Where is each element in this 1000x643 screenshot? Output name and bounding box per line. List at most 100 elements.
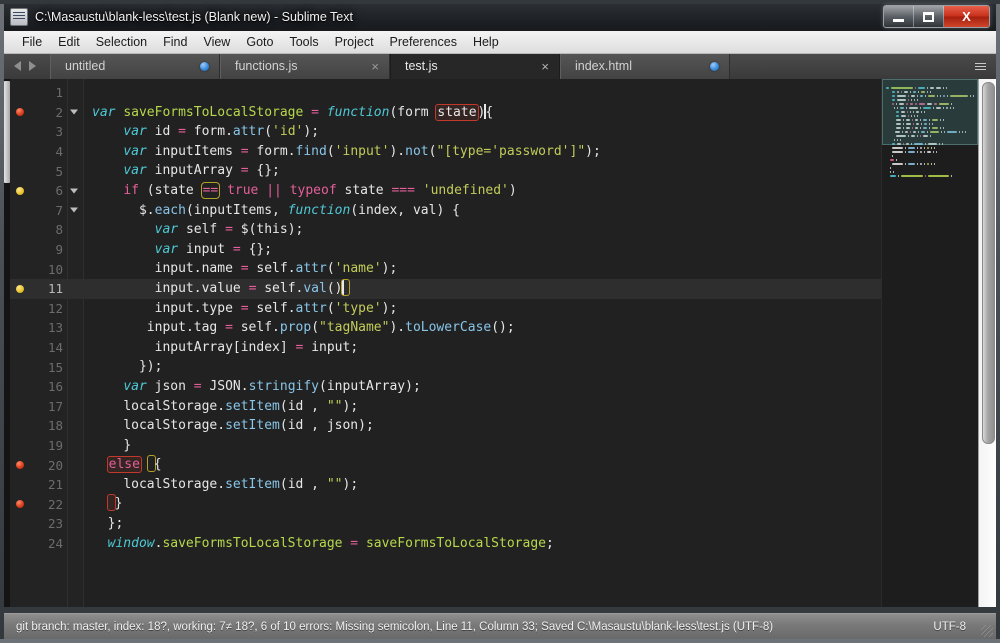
menu-item-preferences[interactable]: Preferences	[382, 33, 465, 51]
code-content[interactable]: var saveFormsToLocalStorage = function(f…	[84, 79, 881, 607]
line-number-10[interactable]: 10	[10, 259, 67, 279]
line-number-16[interactable]: 16	[10, 377, 67, 397]
chevron-down-icon[interactable]	[70, 188, 78, 194]
code-line-2[interactable]: var saveFormsToLocalStorage = function(f…	[84, 103, 881, 123]
code-line-24[interactable]: window.saveFormsToLocalStorage = saveFor…	[84, 534, 881, 554]
code-line-10[interactable]: input.name = self.attr('name');	[84, 259, 881, 279]
line-number-8[interactable]: 8	[10, 220, 67, 240]
fold-slot-21	[68, 475, 83, 495]
fold-slot-1	[68, 83, 83, 103]
code-line-20[interactable]: else {	[84, 455, 881, 475]
line-number-6[interactable]: 6	[10, 181, 67, 201]
line-number-19[interactable]: 19	[10, 436, 67, 456]
menu-item-help[interactable]: Help	[465, 33, 507, 51]
code-line-23[interactable]: };	[84, 514, 881, 534]
tab-prev-icon[interactable]	[14, 61, 21, 71]
code-line-12[interactable]: input.type = self.attr('type');	[84, 299, 881, 319]
code-line-13[interactable]: input.tag = self.prop("tagName").toLower…	[84, 318, 881, 338]
line-number-15[interactable]: 15	[10, 357, 67, 377]
line-number-18[interactable]: 18	[10, 416, 67, 436]
menu-item-edit[interactable]: Edit	[50, 33, 88, 51]
code-line-14[interactable]: inputArray[index] = input;	[84, 338, 881, 358]
close-icon[interactable]: ×	[371, 60, 379, 73]
statusbar: git branch: master, index: 18?, working:…	[4, 613, 996, 639]
fold-slot-7[interactable]	[68, 201, 83, 221]
line-number-22[interactable]: 22	[10, 494, 67, 514]
line-number-1[interactable]: 1	[10, 83, 67, 103]
menu-item-view[interactable]: View	[195, 33, 238, 51]
tab-next-icon[interactable]	[29, 61, 36, 71]
code-line-16[interactable]: var json = JSON.stringify(inputArray);	[84, 377, 881, 397]
status-encoding[interactable]: UTF-8	[933, 621, 984, 633]
code-line-22[interactable]: }	[84, 494, 881, 514]
minimap-viewport[interactable]	[882, 79, 978, 145]
maximize-button[interactable]	[914, 6, 944, 27]
line-number-11[interactable]: 11	[10, 278, 67, 299]
code-line-9[interactable]: var input = {};	[84, 240, 881, 260]
line-number-label: 1	[55, 85, 63, 101]
vertical-scrollbar-thumb[interactable]	[982, 82, 995, 444]
line-number-12[interactable]: 12	[10, 299, 67, 319]
code-line-1[interactable]	[84, 83, 881, 103]
line-number-23[interactable]: 23	[10, 514, 67, 534]
close-button[interactable]: X	[944, 6, 989, 27]
line-number-13[interactable]: 13	[10, 318, 67, 338]
line-number-20[interactable]: 20	[10, 455, 67, 475]
line-number-3[interactable]: 3	[10, 122, 67, 142]
fold-slot-9	[68, 240, 83, 260]
line-number-14[interactable]: 14	[10, 338, 67, 358]
code-line-17[interactable]: localStorage.setItem(id , "");	[84, 397, 881, 417]
fold-slot-2[interactable]	[68, 103, 83, 123]
menu-item-selection[interactable]: Selection	[88, 33, 155, 51]
chevron-down-icon[interactable]	[70, 207, 78, 213]
line-number-5[interactable]: 5	[10, 161, 67, 181]
resize-grip-icon[interactable]	[981, 625, 993, 637]
close-icon[interactable]: ×	[541, 60, 549, 73]
dirty-dot-icon[interactable]	[200, 61, 209, 71]
line-number-4[interactable]: 4	[10, 142, 67, 162]
chevron-down-icon[interactable]	[70, 109, 78, 115]
code-line-7[interactable]: $.each(inputItems, function(index, val) …	[84, 201, 881, 221]
dirty-dot-icon[interactable]	[710, 61, 719, 71]
code-line-21[interactable]: localStorage.setItem(id , "");	[84, 475, 881, 495]
minimize-button[interactable]	[884, 6, 914, 27]
menu-item-project[interactable]: Project	[327, 33, 382, 51]
minimap-line	[886, 151, 974, 154]
line-number-2[interactable]: 2	[10, 103, 67, 123]
line-number-24[interactable]: 24	[10, 534, 67, 554]
tab-test-js[interactable]: test.js ×	[390, 53, 560, 79]
line-number-label: 22	[47, 496, 63, 512]
line-number-17[interactable]: 17	[10, 397, 67, 417]
code-editor[interactable]: 1 2 3 4 5 6 7 8 9 10 11 12 13 14 15 16 17 18 19 20 21 22 23 24 …	[4, 79, 996, 607]
code-line-3[interactable]: var id = form.attr('id');	[84, 122, 881, 142]
tab-functions-js[interactable]: functions.js ×	[220, 53, 390, 79]
line-number-21[interactable]: 21	[10, 475, 67, 495]
code-line-19[interactable]: }	[84, 436, 881, 456]
line-number-label: 3	[55, 124, 63, 140]
vertical-scrollbar[interactable]	[978, 79, 996, 607]
line-number-label: 16	[47, 379, 63, 395]
minimap[interactable]	[881, 79, 978, 607]
code-line-15[interactable]: });	[84, 357, 881, 377]
line-number-7[interactable]: 7	[10, 201, 67, 221]
menu-item-goto[interactable]: Goto	[238, 33, 281, 51]
fold-slot-6[interactable]	[68, 181, 83, 201]
code-line-6[interactable]: if (state == true || typeof state === 'u…	[84, 181, 881, 201]
tab-index-html[interactable]: index.html	[560, 53, 730, 79]
code-line-4[interactable]: var inputItems = form.find('input').not(…	[84, 142, 881, 162]
line-number-label: 11	[47, 281, 63, 297]
line-number-label: 12	[47, 300, 63, 316]
gutter-marker-yellow-icon	[16, 186, 24, 195]
code-line-5[interactable]: var inputArray = {};	[84, 161, 881, 181]
menu-item-file[interactable]: File	[14, 33, 50, 51]
hamburger-icon[interactable]	[975, 62, 986, 70]
fold-slot-14	[68, 338, 83, 358]
tab-untitled[interactable]: untitled	[50, 53, 220, 79]
code-line-18[interactable]: localStorage.setItem(id , json);	[84, 416, 881, 436]
code-line-8[interactable]: var self = $(this);	[84, 220, 881, 240]
menu-item-find[interactable]: Find	[155, 33, 195, 51]
menu-item-tools[interactable]: Tools	[281, 33, 326, 51]
code-line-11[interactable]: input.value = self.val()	[84, 278, 881, 299]
line-number-9[interactable]: 9	[10, 240, 67, 260]
titlebar[interactable]: C:\Masaustu\blank-less\test.js (Blank ne…	[4, 3, 996, 31]
